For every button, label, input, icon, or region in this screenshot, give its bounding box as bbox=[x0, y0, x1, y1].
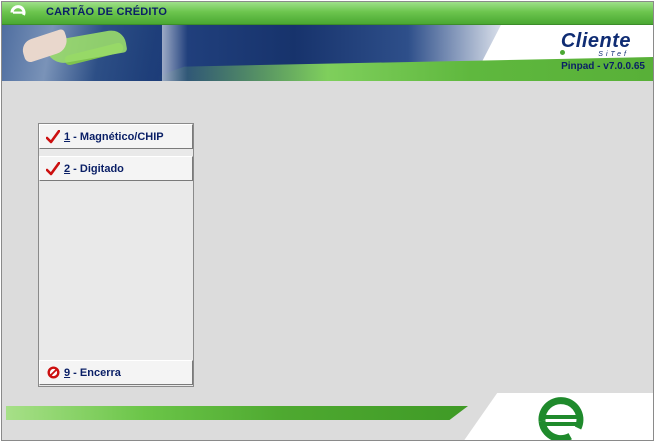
menu-item-label: 9 - Encerra bbox=[64, 366, 121, 379]
menu-item-label: 2 - Digitado bbox=[64, 162, 124, 175]
app-window: CARTÃO DE CRÉDITO Cliente SiTef Pinpad -… bbox=[1, 1, 654, 441]
check-icon bbox=[46, 161, 60, 175]
sitef-logo-icon bbox=[538, 397, 584, 440]
version-label: Pinpad - v7.0.0.65 bbox=[561, 61, 645, 72]
check-icon bbox=[46, 129, 60, 143]
app-logo-icon bbox=[10, 5, 26, 16]
title-bar: CARTÃO DE CRÉDITO bbox=[2, 2, 653, 25]
brand-logo-subtext: SiTef bbox=[598, 51, 629, 58]
banner-image bbox=[2, 25, 162, 81]
window-title: CARTÃO DE CRÉDITO bbox=[46, 6, 168, 18]
brand-logo-text: Cliente bbox=[560, 30, 631, 52]
menu-item-magnetico-chip[interactable]: 1 - Magnético/CHIP bbox=[39, 124, 193, 149]
brand-logo-dot bbox=[560, 50, 565, 55]
menu-panel: 1 - Magnético/CHIP 2 - Digitado 9 - Ence… bbox=[38, 123, 194, 387]
footer-green-band bbox=[6, 406, 468, 420]
header-banner: Cliente SiTef Pinpad - v7.0.0.65 bbox=[2, 25, 653, 81]
menu-item-encerra[interactable]: 9 - Encerra bbox=[39, 360, 193, 385]
menu-item-label: 1 - Magnético/CHIP bbox=[64, 130, 164, 143]
menu-item-digitado[interactable]: 2 - Digitado bbox=[39, 156, 193, 181]
stop-icon bbox=[47, 366, 60, 379]
